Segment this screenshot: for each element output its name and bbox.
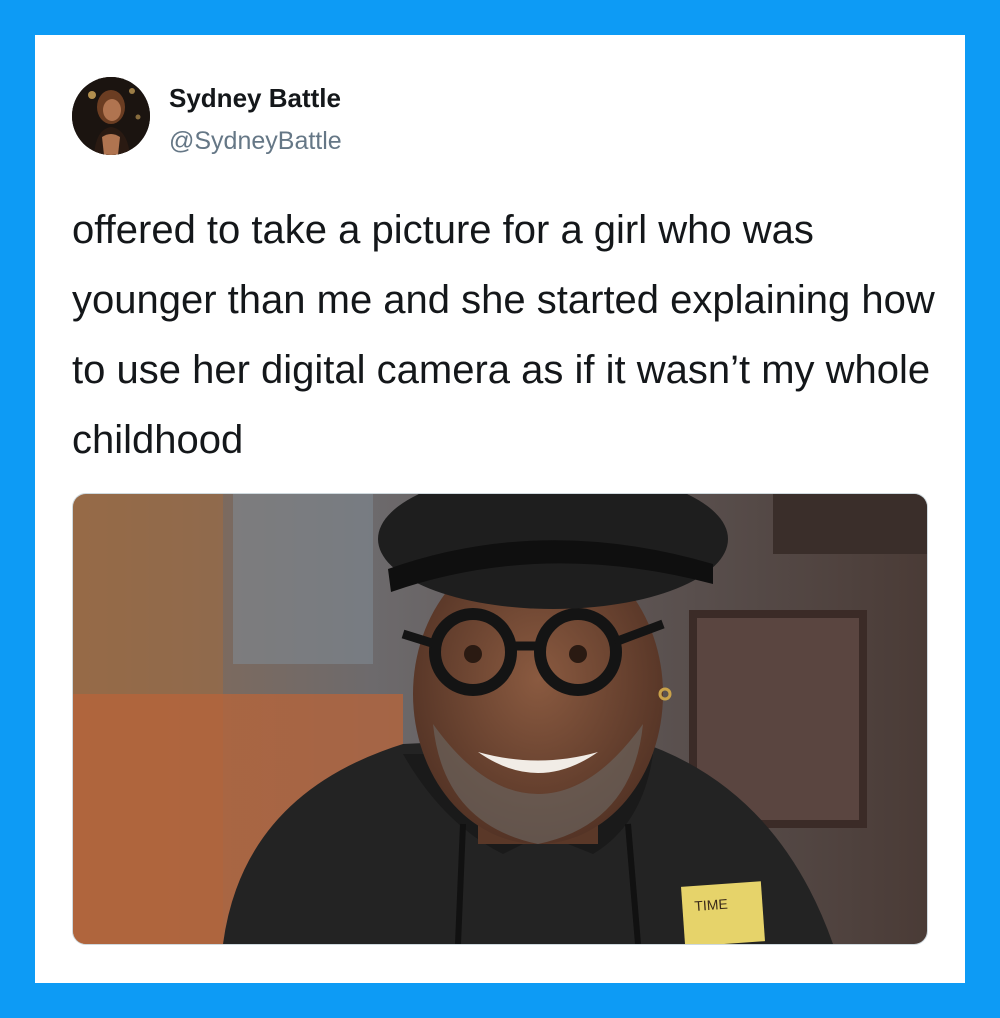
hoodie-patch-text: TIME [694,896,728,914]
tweet-card: Sydney Battle @SydneyBattle offered to t… [35,35,965,983]
tweet-media[interactable]: TIME [72,493,928,945]
avatar-photo-icon [72,77,150,155]
author-avatar[interactable] [72,77,150,155]
author-handle[interactable]: @SydneyBattle [169,127,342,156]
tweet-text: offered to take a picture for a girl who… [72,208,935,462]
photo-of-man-in-beret-and-round-glasses: TIME [73,494,927,944]
author-name[interactable]: Sydney Battle [169,83,341,114]
